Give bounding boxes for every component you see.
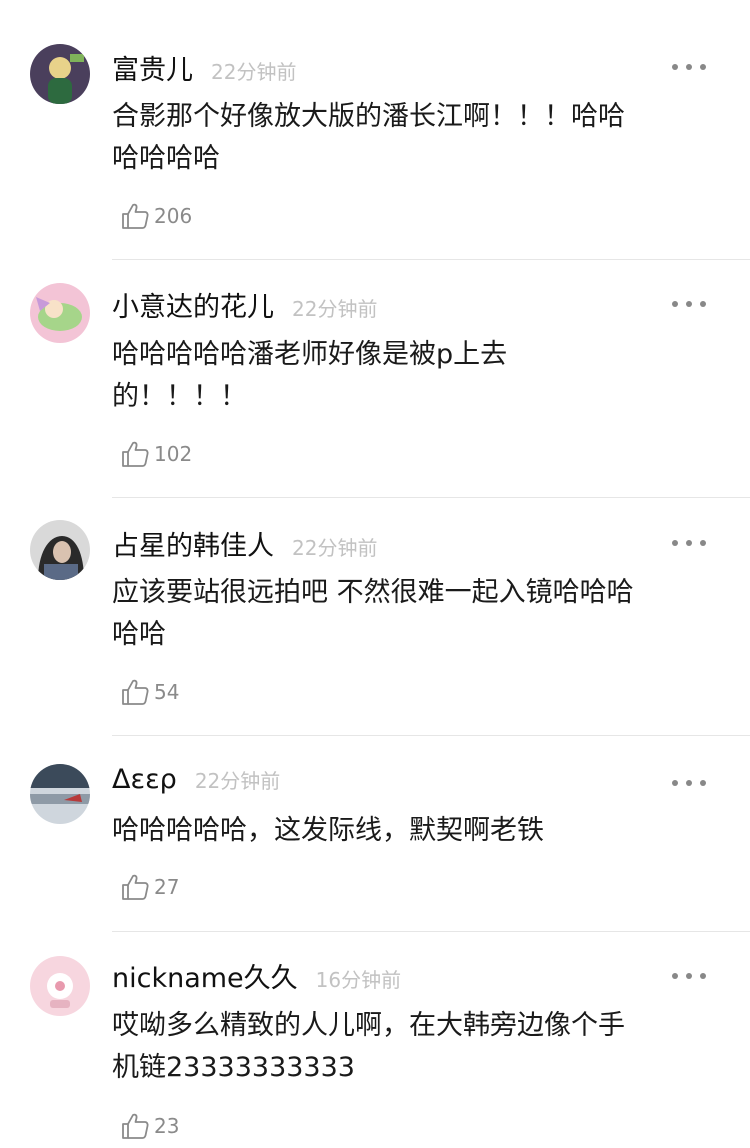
comment-text: 哈哈哈哈哈潘老师好像是被p上去 的！！！！ [112,334,712,418]
comment-line: 哈哈哈哈哈潘老师好像是被p上去 [112,339,508,370]
timestamp: 22分钟前 [292,297,378,321]
more-dots-icon[interactable] [672,971,706,981]
avatar[interactable] [30,764,90,824]
divider [112,931,750,932]
username[interactable]: nickname久久 [112,956,298,995]
like-count: 54 [154,680,180,704]
comment-line: 哈哈哈哈 [112,143,220,174]
comment-text: 合影那个好像放大版的潘长江啊！！！哈哈 哈哈哈哈 [112,96,712,180]
avatar[interactable] [30,956,90,1016]
avatar[interactable] [30,44,90,104]
comment-header: nickname久久 16分钟前 [112,956,401,996]
more-dots-icon[interactable] [672,538,706,548]
like-count: 206 [154,204,193,228]
comment-text: 哎呦多么精致的人儿啊，在大韩旁边像个手 机链23333333333 [112,1005,712,1089]
thumb-up-icon [120,1111,150,1141]
comment-line: 机链23333333333 [112,1052,355,1083]
comment-line: 的！！！！ [112,381,247,412]
divider [112,735,750,736]
thumb-up-icon [120,677,150,707]
comment-text: 哈哈哈哈哈，这发际线，默契啊老铁 [112,810,712,852]
comment-line: 哈哈 [112,619,166,650]
avatar[interactable] [30,283,90,343]
divider [112,497,750,498]
like-button[interactable]: 54 [120,676,179,708]
timestamp: 22分钟前 [211,60,297,84]
username[interactable]: 小意达的花儿 [112,285,274,324]
like-count: 102 [154,442,193,466]
comment-line: 合影那个好像放大版的潘长江啊！！！哈哈 [112,101,625,132]
more-dots-icon[interactable] [672,62,706,72]
timestamp: 22分钟前 [194,769,281,793]
like-count: 27 [154,875,180,899]
comment-header: 小意达的花儿 22分钟前 [112,285,377,325]
like-button[interactable]: 27 [120,871,179,903]
username[interactable]: 占星的韩佳人 [112,524,274,563]
avatar[interactable] [30,520,90,580]
comment-header: Δεερ 22分钟前 [112,764,280,804]
comment-header: 富贵儿 22分钟前 [112,48,296,88]
thumb-up-icon [120,201,150,231]
username[interactable]: Δεερ [112,764,177,795]
comment-line: 应该要站很远拍吧 不然很难一起入镜哈哈哈 [112,577,634,608]
more-dots-icon[interactable] [672,299,706,309]
comment-line: 哈哈哈哈哈，这发际线，默契啊老铁 [112,815,544,846]
like-button[interactable]: 206 [120,200,192,232]
more-dots-icon[interactable] [672,778,706,788]
comment-line: 哎呦多么精致的人儿啊，在大韩旁边像个手 [112,1010,625,1041]
comment-feed: 富贵儿 22分钟前 合影那个好像放大版的潘长江啊！！！哈哈 哈哈哈哈 206 小… [0,0,750,1148]
thumb-up-icon [120,872,150,902]
timestamp: 22分钟前 [292,536,378,560]
comment-text: 应该要站很远拍吧 不然很难一起入镜哈哈哈 哈哈 [112,572,712,656]
username[interactable]: 富贵儿 [112,48,193,87]
like-button[interactable]: 102 [120,438,192,470]
like-count: 23 [154,1114,180,1138]
thumb-up-icon [120,439,150,469]
like-button[interactable]: 23 [120,1110,179,1142]
divider [112,259,750,260]
timestamp: 16分钟前 [315,968,402,992]
comment-header: 占星的韩佳人 22分钟前 [112,524,377,564]
